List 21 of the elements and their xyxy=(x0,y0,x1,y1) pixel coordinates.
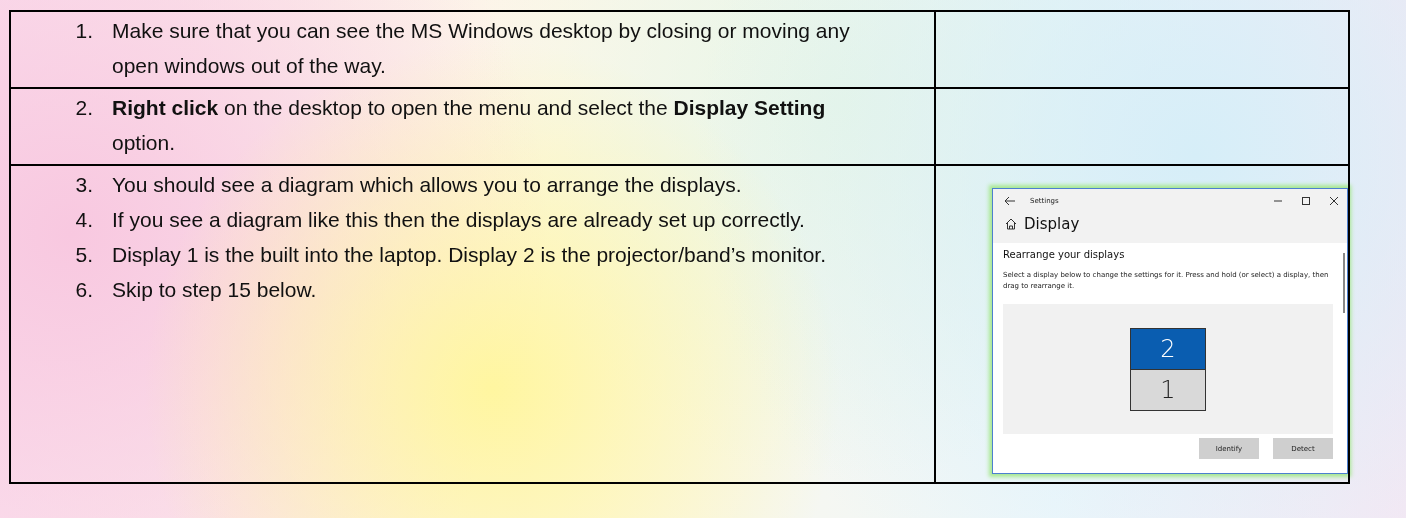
scrollbar[interactable] xyxy=(1343,253,1345,313)
step-number: 1. xyxy=(74,18,94,44)
step-number: 4. xyxy=(74,207,94,233)
step-text: If you see a diagram like this then the displays are already set up correctly. xyxy=(112,207,806,233)
step-number: 5. xyxy=(74,242,94,268)
step-text: Skip to step 15 below. xyxy=(112,277,318,303)
step-number: 6. xyxy=(74,277,94,303)
display-tile[interactable]: 1 xyxy=(1130,369,1206,411)
close-icon[interactable] xyxy=(1329,196,1339,206)
section-title: Rearrange your displays xyxy=(1003,249,1126,260)
step-text: Display 1 is the built into the laptop. Display 2 is the projector/band’s monitor. xyxy=(112,242,827,268)
step-text: Right click on the desktop to open the menu and select the Display Setting option. xyxy=(112,95,827,156)
step-number: 3. xyxy=(74,172,94,198)
home-icon xyxy=(1004,217,1018,231)
step-text: You should see a diagram which allows you to arrange the displays. xyxy=(112,172,743,198)
step-number: 2. xyxy=(74,95,94,121)
display-tile[interactable]: 2 xyxy=(1130,327,1206,370)
maximize-icon[interactable] xyxy=(1301,196,1311,206)
step-text: Make sure that you can see the MS Windows desktop by closing or moving any open windows out of the way. xyxy=(112,18,851,79)
back-arrow-icon[interactable] xyxy=(1004,196,1016,206)
page-heading: Display xyxy=(1024,215,1080,233)
